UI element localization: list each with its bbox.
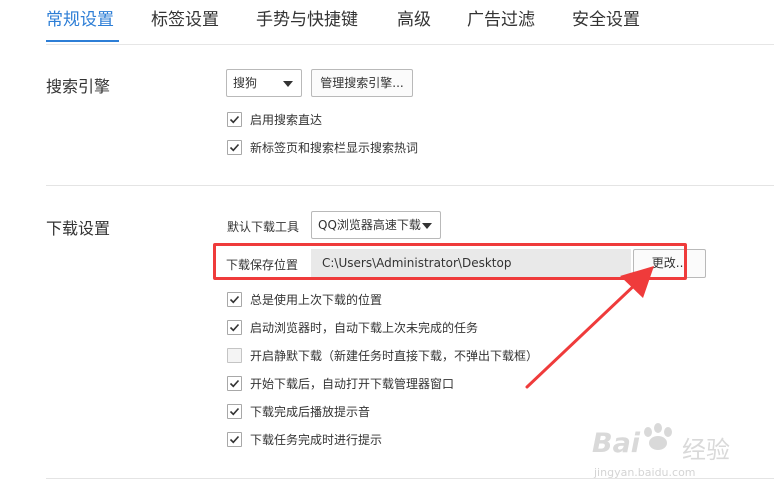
section-divider xyxy=(46,185,774,186)
search-engine-value: 搜狗 xyxy=(233,76,258,90)
watermark-brand-suffix: 经验 xyxy=(682,436,730,464)
download-tool-select[interactable]: QQ浏览器高速下载 xyxy=(311,211,441,239)
manage-search-engines-button[interactable]: 管理搜索引擎... xyxy=(311,69,413,97)
checkbox[interactable] xyxy=(227,432,242,447)
checkbox[interactable] xyxy=(227,376,242,391)
checkbox[interactable] xyxy=(227,292,242,307)
checkbox[interactable] xyxy=(227,348,242,363)
checkbox[interactable] xyxy=(227,112,242,127)
baidu-jingyan-watermark: Bai 经验 jingyan.baidu.com xyxy=(586,410,774,500)
checkbox-label: 总是使用上次下载的位置 xyxy=(250,293,383,307)
search-engine-select[interactable]: 搜狗 xyxy=(226,69,302,97)
checkbox-label: 启动浏览器时，自动下载上次未完成的任务 xyxy=(250,321,479,335)
download-tool-value: QQ浏览器高速下载 xyxy=(318,218,421,232)
download-section-title: 下载设置 xyxy=(46,219,111,238)
tab-divider xyxy=(46,44,774,45)
checkbox-label: 下载任务完成时进行提示 xyxy=(250,433,383,447)
checkbox-label: 开始下载后，自动打开下载管理器窗口 xyxy=(250,377,455,391)
tab-general[interactable]: 常规设置 xyxy=(46,8,114,38)
tab-ad-filter[interactable]: 广告过滤 xyxy=(467,8,535,38)
search-engine-section-title: 搜索引擎 xyxy=(46,77,111,96)
watermark-url: jingyan.baidu.com xyxy=(594,466,696,479)
highlight-box xyxy=(213,243,687,280)
default-download-tool-label: 默认下载工具 xyxy=(227,220,300,234)
tab-advanced[interactable]: 高级 xyxy=(397,8,431,38)
checkbox[interactable] xyxy=(227,140,242,155)
chevron-down-icon xyxy=(422,223,432,229)
checkbox-label: 启用搜索直达 xyxy=(250,113,323,127)
checkbox-label: 下载完成后播放提示音 xyxy=(250,405,371,419)
tab-gestures-shortcuts[interactable]: 手势与快捷键 xyxy=(256,8,358,38)
checkbox-label: 新标签页和搜索栏显示搜索热词 xyxy=(250,141,419,155)
tab-tabs[interactable]: 标签设置 xyxy=(151,8,219,38)
checkbox[interactable] xyxy=(227,404,242,419)
settings-tab-bar: 常规设置 标签设置 手势与快捷键 高级 广告过滤 安全设置 xyxy=(0,0,774,45)
tab-security[interactable]: 安全设置 xyxy=(572,8,640,38)
checkbox[interactable] xyxy=(227,320,242,335)
checkbox-label: 开启静默下载（新建任务时直接下载，不弹出下载框） xyxy=(250,349,539,363)
active-tab-indicator xyxy=(46,40,119,42)
watermark-brand: Bai xyxy=(592,428,641,459)
chevron-down-icon xyxy=(283,81,293,87)
